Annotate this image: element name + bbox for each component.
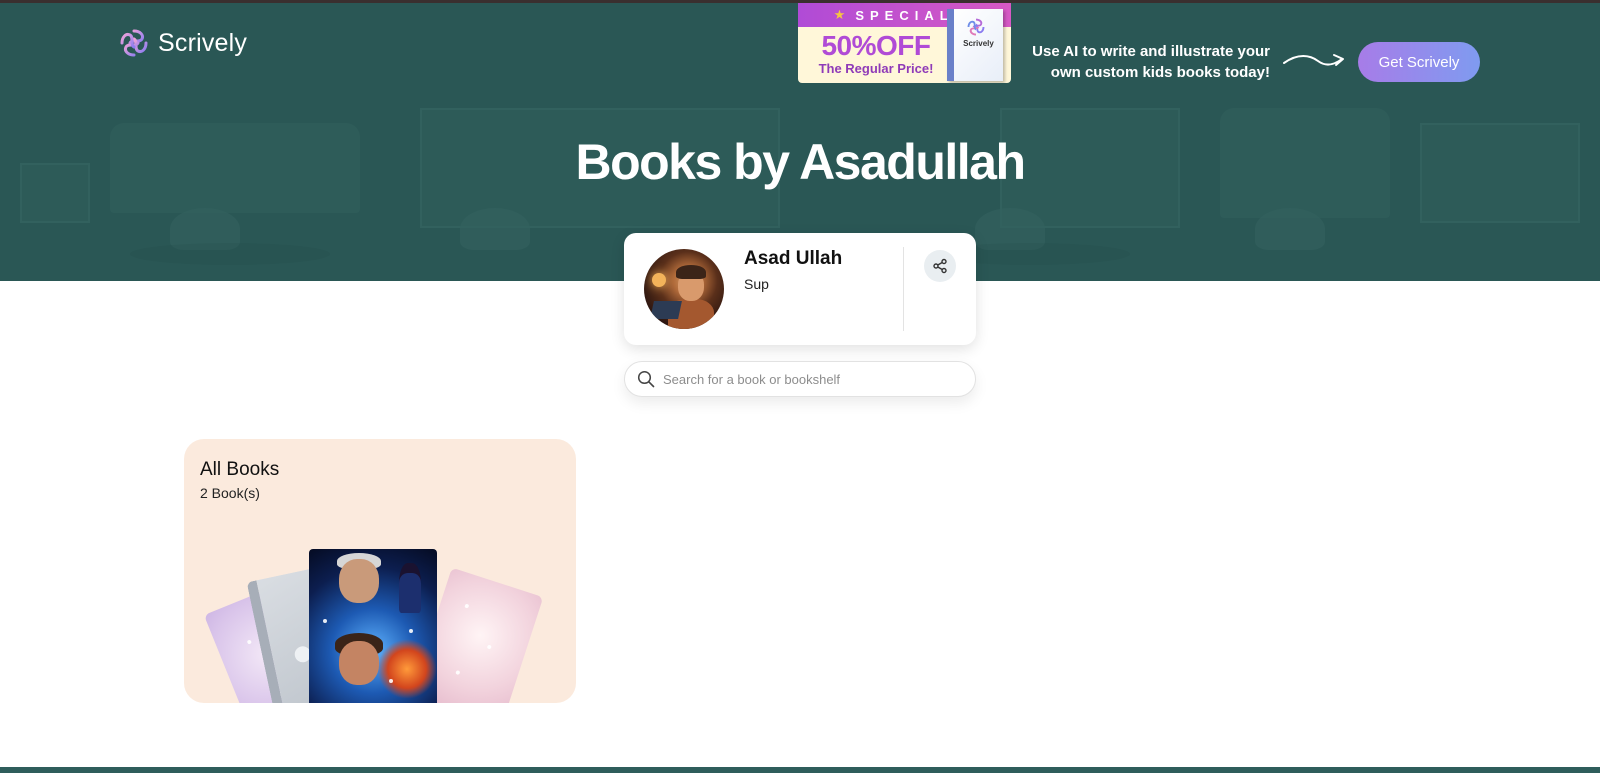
bookshelf-count: 2 Book(s) — [200, 485, 260, 501]
brand-name: Scrively — [158, 28, 248, 57]
page-title: Books by Asadullah — [575, 134, 1026, 190]
scrively-logo-icon — [967, 18, 985, 36]
search-input[interactable] — [663, 371, 963, 387]
book-cover — [309, 549, 437, 703]
bookshelf-card-all-books[interactable]: All Books 2 Book(s) — [184, 439, 576, 703]
promo-header-text: SPECIAL — [855, 7, 954, 23]
get-scrively-button[interactable]: Get Scrively — [1358, 42, 1480, 82]
search-bar[interactable] — [624, 361, 976, 397]
footer-bar — [0, 767, 1600, 773]
share-button[interactable] — [924, 250, 956, 282]
scrively-logo-icon — [120, 29, 148, 57]
share-icon — [933, 258, 947, 274]
star-icon: ★ — [833, 7, 846, 22]
search-icon — [637, 370, 655, 388]
avatar — [644, 249, 724, 329]
promo-headline: 50%OFF — [821, 30, 931, 61]
profile-name: Asad Ullah — [744, 248, 843, 269]
product-box-image: Scrively — [947, 9, 1003, 81]
profile-bio: Sup — [744, 276, 769, 292]
profile-card: Asad Ullah Sup — [624, 233, 976, 345]
brand-logo[interactable]: Scrively — [118, 27, 247, 59]
arrow-icon — [1283, 54, 1344, 66]
product-box-label: Scrively — [963, 39, 994, 48]
promo-subline: The Regular Price! — [818, 61, 934, 76]
header-tagline: Use AI to write and illustrate your own … — [1032, 43, 1270, 81]
promo-offer: 50%OFF The Regular Price! — [806, 31, 946, 77]
promo-banner[interactable]: ★ SPECIAL ★ 50%OFF The Regular Price! Sc… — [798, 3, 1011, 83]
bookshelf-title: All Books — [200, 459, 280, 480]
divider — [903, 247, 904, 331]
